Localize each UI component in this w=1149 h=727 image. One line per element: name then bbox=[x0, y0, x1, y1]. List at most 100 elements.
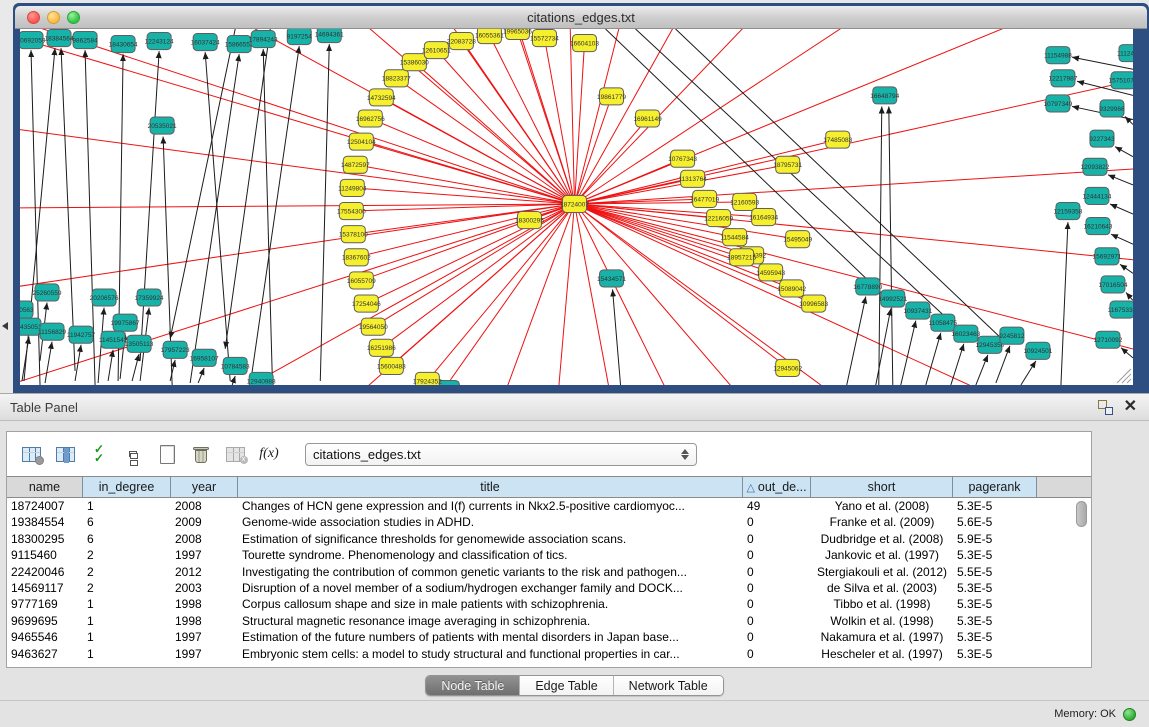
graph-edge[interactable] bbox=[190, 54, 239, 383]
graph-node[interactable]: 14694361 bbox=[315, 29, 344, 43]
graph-node[interactable]: 9245812 bbox=[999, 327, 1025, 344]
graph-node[interactable]: 19975867 bbox=[111, 314, 140, 331]
tab-network-table[interactable]: Network Table bbox=[613, 676, 723, 695]
graph-node[interactable]: 11156829 bbox=[38, 323, 66, 340]
table-row[interactable]: 969969511998Structural magnetic resonanc… bbox=[7, 613, 1091, 629]
graph-node[interactable]: 12217987 bbox=[1048, 70, 1077, 87]
graph-node[interactable]: 14732594 bbox=[367, 89, 396, 106]
graph-node[interactable]: 18795731 bbox=[773, 156, 802, 173]
graph-node[interactable]: 15692971 bbox=[1093, 248, 1122, 265]
table-row[interactable]: 911546021997Tourette syndrome. Phenomeno… bbox=[7, 547, 1091, 563]
delete-table-icon[interactable] bbox=[187, 440, 215, 468]
graph-node[interactable]: 11058475 bbox=[929, 314, 958, 331]
graph-edge-red[interactable] bbox=[574, 29, 880, 204]
graph-node[interactable]: 11124047 bbox=[1117, 45, 1133, 62]
graph-node[interactable]: 17016504 bbox=[1099, 276, 1128, 293]
memory-ok-indicator[interactable] bbox=[1123, 708, 1136, 721]
graph-edge-red[interactable] bbox=[381, 204, 574, 348]
graph-node[interactable]: 10937431 bbox=[903, 302, 932, 319]
graph-node[interactable]: 16251986 bbox=[367, 339, 396, 356]
graph-edge[interactable] bbox=[75, 345, 81, 381]
function-builder-icon[interactable]: f(x) bbox=[255, 440, 283, 468]
graph-node[interactable]: 16477019 bbox=[690, 190, 719, 207]
column-header-out-de-[interactable]: △out_de... bbox=[743, 477, 811, 497]
graph-edge[interactable] bbox=[132, 354, 139, 381]
graph-node[interactable]: 19564050 bbox=[359, 318, 388, 335]
graph-edge-red[interactable] bbox=[544, 38, 574, 204]
graph-edge-red[interactable] bbox=[20, 29, 574, 204]
graph-node[interactable]: 14992521 bbox=[878, 290, 907, 307]
graph-edge[interactable] bbox=[22, 337, 29, 381]
graph-node[interactable]: 18957215 bbox=[727, 249, 756, 266]
graph-node[interactable]: 11544584 bbox=[720, 229, 749, 246]
close-panel-icon[interactable]: ✕ bbox=[1124, 397, 1137, 417]
create-new-table-icon[interactable] bbox=[153, 440, 181, 468]
float-panel-icon[interactable] bbox=[1098, 400, 1113, 415]
graph-node[interactable]: 11451541 bbox=[99, 331, 128, 348]
graph-node[interactable]: 10797349 bbox=[1043, 95, 1072, 112]
graph-node[interactable]: 16164934 bbox=[749, 209, 778, 226]
global-table-settings-icon[interactable] bbox=[17, 440, 45, 468]
row-height-icon[interactable] bbox=[119, 440, 147, 468]
graph-node[interactable]: 17359924 bbox=[135, 289, 164, 306]
graph-node[interactable]: 14872597 bbox=[341, 156, 370, 173]
graph-edge-red[interactable] bbox=[355, 165, 574, 204]
graph-node[interactable]: 17924352 bbox=[413, 372, 442, 385]
graph-node[interactable]: 25260559 bbox=[33, 284, 62, 301]
graph-node[interactable]: 14595943 bbox=[756, 264, 785, 281]
graph-node[interactable]: 22083728 bbox=[447, 33, 476, 50]
graph-edge[interactable] bbox=[140, 51, 159, 361]
resize-grip-icon[interactable] bbox=[1122, 374, 1131, 383]
table-row[interactable]: 1938455462009Genome-wide association stu… bbox=[7, 514, 1091, 530]
graph-edge[interactable] bbox=[847, 297, 866, 385]
graph-node[interactable]: 17957223 bbox=[161, 341, 190, 358]
graph-node[interactable]: 10784583 bbox=[221, 357, 250, 374]
graph-edge[interactable] bbox=[676, 29, 1006, 343]
graph-node[interactable]: 20535021 bbox=[148, 117, 177, 134]
graph-edge[interactable] bbox=[61, 48, 75, 371]
table-row[interactable]: 1872400712008Changes of HCN gene express… bbox=[7, 498, 1091, 514]
table-row[interactable]: 2242004622012Investigating the contribut… bbox=[7, 564, 1091, 580]
collapsed-panel-strip[interactable] bbox=[0, 0, 13, 393]
graph-node[interactable]: 11942757 bbox=[67, 326, 96, 343]
table-row[interactable]: 946554611997Estimation of the future num… bbox=[7, 629, 1091, 645]
graph-node[interactable]: 16023463 bbox=[951, 325, 980, 342]
graph-edge[interactable] bbox=[232, 376, 235, 385]
graph-edge[interactable] bbox=[1108, 175, 1133, 185]
column-header-year[interactable]: year bbox=[171, 477, 238, 497]
graph-edge[interactable] bbox=[1126, 292, 1133, 300]
graph-node[interactable]: 16037424 bbox=[191, 34, 220, 51]
graph-node[interactable]: 12243124 bbox=[145, 33, 174, 50]
graph-node[interactable]: 15572734 bbox=[530, 30, 559, 47]
graph-node[interactable]: 16648794 bbox=[870, 87, 899, 104]
graph-hub-node[interactable]: 18724007 bbox=[560, 195, 589, 212]
column-header-pagerank[interactable]: pagerank bbox=[953, 477, 1037, 497]
graph-edge[interactable] bbox=[876, 309, 891, 385]
graph-edge[interactable] bbox=[170, 29, 235, 339]
graph-edge[interactable] bbox=[889, 106, 893, 385]
graph-node[interactable]: 16055361 bbox=[475, 29, 504, 44]
graph-node[interactable]: 12093822 bbox=[1081, 158, 1110, 175]
graph-node[interactable]: 15089042 bbox=[777, 280, 806, 297]
window-titlebar[interactable]: citations_edges.txt bbox=[15, 6, 1147, 29]
graph-node[interactable]: 15495049 bbox=[783, 231, 812, 248]
graph-node[interactable]: 16958107 bbox=[190, 349, 219, 366]
graph-node[interactable]: 16210643 bbox=[1084, 218, 1113, 235]
table-row[interactable]: 946362711997Embryonic stem cells: a mode… bbox=[7, 646, 1091, 662]
table-row[interactable]: 977716911998Corpus callosum shape and si… bbox=[7, 596, 1091, 612]
graph-node[interactable]: 12710092 bbox=[1094, 331, 1123, 348]
graph-edge[interactable] bbox=[1125, 116, 1133, 124]
show-column-icon[interactable] bbox=[51, 440, 79, 468]
graph-node[interactable]: 18367602 bbox=[342, 249, 371, 266]
graph-node[interactable]: 12504104 bbox=[347, 133, 376, 150]
graph-node[interactable]: 16055709 bbox=[347, 272, 376, 289]
network-canvas-area[interactable]: 2069205918384564986258418430654122431241… bbox=[20, 29, 1133, 385]
graph-edge[interactable] bbox=[1111, 234, 1133, 244]
graph-edge[interactable] bbox=[250, 46, 299, 385]
graph-edge[interactable] bbox=[45, 342, 52, 383]
graph-edge-red[interactable] bbox=[20, 29, 574, 204]
graph-node[interactable]: 12444134 bbox=[1083, 187, 1112, 204]
column-header-short[interactable]: short bbox=[811, 477, 953, 497]
graph-edge[interactable] bbox=[108, 350, 113, 381]
graph-node[interactable]: 12216059 bbox=[704, 210, 733, 227]
